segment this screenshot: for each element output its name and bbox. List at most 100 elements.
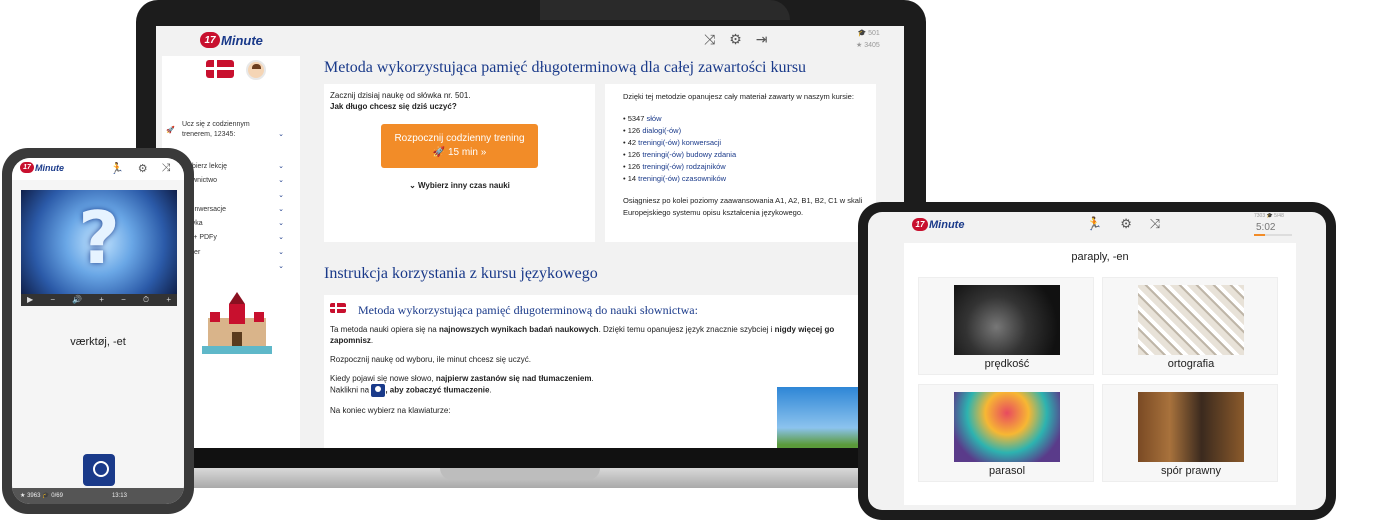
list-item-count: • 126: [623, 126, 641, 135]
castle-illustration: [202, 292, 272, 354]
laptop-screen: 17 Minute ⤨ ⚙ ⇥ 🎓 501 ★ 3405 🚀 Ucz się z…: [156, 26, 904, 448]
volume-up-icon[interactable]: +: [99, 294, 104, 306]
logout-icon[interactable]: ⇥: [756, 31, 768, 48]
stat-courses: 501: [868, 30, 880, 37]
other-time-label: Wybierz inny czas nauki: [418, 181, 510, 190]
logo-word: Minute: [35, 162, 64, 173]
phone-frame: 17 Minute 🏃 ⚙ ⤨ ? ▶ − 🔊 + − ⏱ + værktøj,…: [2, 148, 194, 514]
timer-progress-bar: [1254, 234, 1292, 236]
gear-icon[interactable]: ⚙: [729, 31, 742, 48]
course-content-list: • 5347 słów • 126 dialogi(-ów) • 42 tren…: [623, 113, 870, 185]
other-time-toggle[interactable]: ⌄ Wybierz inny czas nauki: [324, 181, 595, 190]
tablet-stats: 7303 🎓 5/48: [1254, 213, 1284, 219]
dialogs-link[interactable]: dialogi(-ów): [642, 126, 681, 135]
speed-down-icon[interactable]: −: [121, 294, 126, 306]
chevron-down-icon: ⌄: [278, 191, 284, 199]
text-span: .: [370, 336, 374, 345]
runner-icon[interactable]: 🏃: [1086, 216, 1102, 232]
star-icon: ★: [20, 493, 26, 499]
chevron-down-icon: ⌄: [278, 220, 284, 228]
tablet-timer: 5:02: [1256, 222, 1276, 233]
instructions-paragraph: Rozpocznij naukę od wyboru, ile minut ch…: [330, 355, 531, 364]
danish-flag-icon[interactable]: [206, 60, 234, 78]
text-span: .: [591, 374, 594, 383]
answer-option[interactable]: ortografia: [1102, 277, 1278, 375]
answer-label: prędkość: [984, 358, 1030, 370]
verb-trainings-link[interactable]: treningi(-ów) czasowników: [638, 174, 726, 183]
app-logo[interactable]: 17 Minute: [20, 162, 64, 173]
device-mockup-stage: 17 Minute ⤨ ⚙ ⇥ 🎓 501 ★ 3405 🚀 Ucz się z…: [0, 0, 1400, 532]
play-icon[interactable]: ▶: [27, 294, 33, 306]
app-logo[interactable]: 17 Minute: [200, 32, 263, 48]
instructions-card: Metoda wykorzystująca pamięć długotermin…: [324, 295, 859, 448]
list-item: • 126 treningi(-ów) budowy zdania: [623, 149, 870, 161]
laptop-frame-shine: [540, 0, 790, 20]
chevron-down-icon: ⌄: [409, 181, 416, 190]
shuffle-icon[interactable]: ⤨: [162, 162, 171, 175]
polish-flag-icon: [330, 303, 346, 313]
page-title: Metoda wykorzystująca pamięć długotermin…: [324, 59, 807, 76]
instructions-paragraph: Naklikni na , aby zobaczyć tłumaczenie.: [330, 384, 770, 397]
app-logo[interactable]: 17 Minute: [912, 218, 964, 231]
answer-option[interactable]: spór prawny: [1102, 384, 1278, 482]
header-stats: 🎓 501 ★ 3405: [856, 28, 880, 52]
sidebar-item-daily-trainer[interactable]: 🚀 Ucz się z codziennym trenerem, 12345: …: [166, 120, 294, 140]
sentence-trainings-link[interactable]: treningi(-ów) budowy zdania: [642, 150, 736, 159]
chevron-down-icon: ⌄: [278, 177, 284, 185]
logo-badge: 17: [200, 32, 220, 48]
list-item-count: • 126: [623, 150, 641, 159]
start-line: Zacznij dzisiaj naukę od słówka nr. 501.: [330, 91, 471, 100]
rocket-icon: 🚀: [432, 147, 446, 158]
volume-down-icon[interactable]: −: [50, 294, 55, 306]
question-text: Jak długo chcesz się dziś uczyć?: [330, 102, 457, 111]
chevron-down-icon: ⌄: [278, 205, 284, 213]
sidebar-item-label: Ucz się z codziennym trenerem, 12345:: [182, 121, 250, 138]
star-icon: ★: [856, 42, 863, 49]
chevron-down-icon: ⌄: [278, 131, 284, 138]
quiz-panel: paraply, -en prędkość ortografia parasol…: [904, 243, 1296, 505]
gear-icon[interactable]: ⚙: [138, 162, 148, 175]
answer-option[interactable]: parasol: [918, 384, 1094, 482]
laptop-bezel: [156, 448, 904, 468]
course-intro: Dzięki tej metodzie opanujesz cały mater…: [623, 92, 854, 101]
logo-word: Minute: [929, 218, 965, 231]
list-item: • 5347 słów: [623, 113, 870, 125]
list-item-count: • 126: [623, 162, 641, 171]
instructions-paragraph: Na koniec wybierz na klawiaturze:: [330, 406, 451, 415]
tablet-header: 17 Minute 🏃 ⚙ ⤨ 7303 🎓 5/48 5:02: [868, 212, 1326, 238]
chevron-down-icon: ⌄: [278, 263, 284, 271]
words-link[interactable]: słów: [647, 114, 662, 123]
phone-stats: ★ 3963 🎓 0/69: [20, 488, 63, 504]
question-mark-image: ?: [21, 190, 177, 294]
runner-icon[interactable]: 🏃: [110, 162, 124, 175]
shuffle-icon[interactable]: ⤨: [1150, 216, 1160, 232]
timer-progress-fill: [1254, 234, 1266, 236]
answer-label: parasol: [988, 465, 1026, 477]
quiz-word: paraply, -en: [1071, 251, 1129, 263]
speedometer-image: [954, 285, 1060, 355]
chevron-down-icon: ⌄: [278, 163, 284, 170]
instructions-subtitle: Metoda wykorzystująca pamięć długotermin…: [358, 303, 698, 317]
article-trainings-link[interactable]: treningi(-ów) rodzajników: [642, 162, 725, 171]
tablet-frame: 17 Minute 🏃 ⚙ ⤨ 7303 🎓 5/48 5:02 paraply…: [858, 202, 1336, 520]
graduation-cap-icon: 🎓: [42, 493, 50, 499]
speed-icon: ⏱: [142, 295, 150, 304]
shuffle-icon[interactable]: ⤨: [704, 31, 715, 48]
logo-badge: 17: [20, 162, 34, 173]
start-button-time: 15 min »: [447, 147, 487, 158]
start-training-button[interactable]: Rozpocznij codzienny trening 🚀 15 min »: [381, 124, 538, 168]
gear-icon[interactable]: ⚙: [1120, 216, 1132, 232]
conversation-trainings-link[interactable]: treningi(-ów) konwersacji: [638, 138, 721, 147]
lightbulb-icon: [371, 384, 386, 397]
list-item: • 14 treningi(-ów) czasowników: [623, 173, 870, 185]
avatar[interactable]: [246, 60, 266, 80]
graduation-cap-icon: 🎓: [857, 30, 867, 37]
speed-up-icon[interactable]: +: [166, 294, 171, 306]
show-translation-button[interactable]: [83, 454, 115, 486]
question-mark-icon: ?: [78, 195, 120, 280]
stat-courses: 0/69: [51, 493, 63, 499]
list-item: • 126 dialogi(-ów): [623, 125, 870, 137]
text-span: .: [489, 385, 492, 395]
answer-option[interactable]: prędkość: [918, 277, 1094, 375]
text-bold: najnowszych wynikach badań naukowych: [438, 325, 599, 334]
